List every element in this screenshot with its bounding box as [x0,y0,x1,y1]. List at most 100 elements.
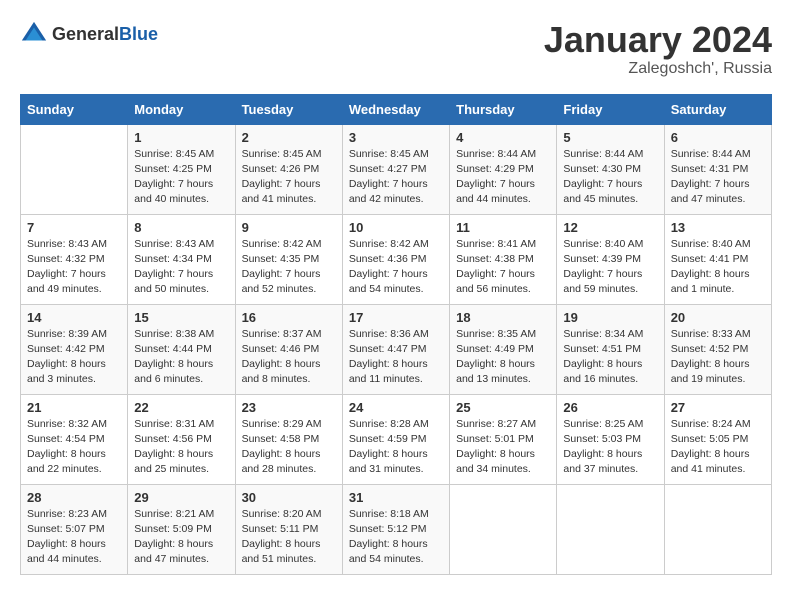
day-number: 24 [349,400,443,415]
day-info: Sunrise: 8:23 AM Sunset: 5:07 PM Dayligh… [27,507,121,568]
calendar-cell: 21Sunrise: 8:32 AM Sunset: 4:54 PM Dayli… [21,394,128,484]
day-number: 29 [134,490,228,505]
day-number: 8 [134,220,228,235]
day-number: 5 [563,130,657,145]
day-info: Sunrise: 8:41 AM Sunset: 4:38 PM Dayligh… [456,237,550,298]
calendar-cell: 1 Sunrise: 8:45 AM Sunset: 4:25 PM Daylig… [128,124,235,214]
logo-icon [20,20,48,48]
logo-general-text: General [52,24,119,44]
location-title: Zalegoshch', Russia [544,60,772,78]
day-number: 9 [242,220,336,235]
day-info: Sunrise: 8:39 AM Sunset: 4:42 PM Dayligh… [27,327,121,388]
calendar-cell: 7 Sunrise: 8:43 AM Sunset: 4:32 PM Daylig… [21,214,128,304]
column-header-thursday: Thursday [450,94,557,124]
calendar-cell: 28 Sunrise: 8:23 AM Sunset: 5:07 PM Dayli… [21,484,128,574]
calendar-cell: 30 Sunrise: 8:20 AM Sunset: 5:11 PM Dayli… [235,484,342,574]
calendar-week-5: 28 Sunrise: 8:23 AM Sunset: 5:07 PM Dayli… [21,484,772,574]
column-header-friday: Friday [557,94,664,124]
calendar-cell: 19 Sunrise: 8:34 AM Sunset: 4:51 PM Dayli… [557,304,664,394]
day-info: Sunrise: 8:43 AM Sunset: 4:34 PM Dayligh… [134,237,228,298]
day-number: 10 [349,220,443,235]
day-info: Sunrise: 8:20 AM Sunset: 5:11 PM Dayligh… [242,507,336,568]
day-info: Sunrise: 8:21 AM Sunset: 5:09 PM Dayligh… [134,507,228,568]
day-info: Sunrise: 8:32 AM Sunset: 4:54 PM Dayligh… [27,417,121,478]
day-info: Sunrise: 8:28 AM Sunset: 4:59 PM Dayligh… [349,417,443,478]
day-info: Sunrise: 8:18 AM Sunset: 5:12 PM Dayligh… [349,507,443,568]
day-number: 1 [134,130,228,145]
calendar-cell: 26 Sunrise: 8:25 AM Sunset: 5:03 PM Dayli… [557,394,664,484]
day-info: Sunrise: 8:40 AM Sunset: 4:41 PM Dayligh… [671,237,765,298]
day-info: Sunrise: 8:40 AM Sunset: 4:39 PM Dayligh… [563,237,657,298]
day-info: Sunrise: 8:42 AM Sunset: 4:35 PM Dayligh… [242,237,336,298]
day-info: Sunrise: 8:45 AM Sunset: 4:25 PM Dayligh… [134,147,228,208]
day-number: 18 [456,310,550,325]
day-info: Sunrise: 8:25 AM Sunset: 5:03 PM Dayligh… [563,417,657,478]
calendar-cell [557,484,664,574]
day-number: 2 [242,130,336,145]
day-info: Sunrise: 8:33 AM Sunset: 4:52 PM Dayligh… [671,327,765,388]
calendar-cell: 9 Sunrise: 8:42 AM Sunset: 4:35 PM Daylig… [235,214,342,304]
calendar-cell: 3 Sunrise: 8:45 AM Sunset: 4:27 PM Daylig… [342,124,449,214]
calendar-cell: 23Sunrise: 8:29 AM Sunset: 4:58 PM Dayli… [235,394,342,484]
calendar-cell: 25Sunrise: 8:27 AM Sunset: 5:01 PM Dayli… [450,394,557,484]
day-info: Sunrise: 8:44 AM Sunset: 4:31 PM Dayligh… [671,147,765,208]
day-number: 6 [671,130,765,145]
day-number: 7 [27,220,121,235]
calendar-cell: 27Sunrise: 8:24 AM Sunset: 5:05 PM Dayli… [664,394,771,484]
day-info: Sunrise: 8:44 AM Sunset: 4:29 PM Dayligh… [456,147,550,208]
day-number: 25 [456,400,550,415]
calendar-cell: 20 Sunrise: 8:33 AM Sunset: 4:52 PM Dayli… [664,304,771,394]
day-info: Sunrise: 8:37 AM Sunset: 4:46 PM Dayligh… [242,327,336,388]
calendar-week-4: 21Sunrise: 8:32 AM Sunset: 4:54 PM Dayli… [21,394,772,484]
column-header-saturday: Saturday [664,94,771,124]
calendar-cell: 12 Sunrise: 8:40 AM Sunset: 4:39 PM Dayli… [557,214,664,304]
calendar-table: SundayMondayTuesdayWednesdayThursdayFrid… [20,94,772,575]
day-info: Sunrise: 8:34 AM Sunset: 4:51 PM Dayligh… [563,327,657,388]
day-number: 20 [671,310,765,325]
calendar-cell: 14Sunrise: 8:39 AM Sunset: 4:42 PM Dayli… [21,304,128,394]
calendar-week-3: 14Sunrise: 8:39 AM Sunset: 4:42 PM Dayli… [21,304,772,394]
day-info: Sunrise: 8:42 AM Sunset: 4:36 PM Dayligh… [349,237,443,298]
day-info: Sunrise: 8:38 AM Sunset: 4:44 PM Dayligh… [134,327,228,388]
calendar-cell [21,124,128,214]
day-number: 17 [349,310,443,325]
day-number: 31 [349,490,443,505]
calendar-cell: 2Sunrise: 8:45 AM Sunset: 4:26 PM Daylig… [235,124,342,214]
calendar-cell: 18 Sunrise: 8:35 AM Sunset: 4:49 PM Dayli… [450,304,557,394]
calendar-cell: 15Sunrise: 8:38 AM Sunset: 4:44 PM Dayli… [128,304,235,394]
calendar-cell: 10 Sunrise: 8:42 AM Sunset: 4:36 PM Dayli… [342,214,449,304]
calendar-cell: 31 Sunrise: 8:18 AM Sunset: 5:12 PM Dayli… [342,484,449,574]
day-number: 19 [563,310,657,325]
calendar-cell: 13Sunrise: 8:40 AM Sunset: 4:41 PM Dayli… [664,214,771,304]
column-header-tuesday: Tuesday [235,94,342,124]
calendar-cell: 5 Sunrise: 8:44 AM Sunset: 4:30 PM Daylig… [557,124,664,214]
calendar-cell: 17Sunrise: 8:36 AM Sunset: 4:47 PM Dayli… [342,304,449,394]
calendar-cell: 24 Sunrise: 8:28 AM Sunset: 4:59 PM Dayli… [342,394,449,484]
day-number: 4 [456,130,550,145]
column-header-sunday: Sunday [21,94,128,124]
day-number: 3 [349,130,443,145]
day-number: 30 [242,490,336,505]
day-info: Sunrise: 8:24 AM Sunset: 5:05 PM Dayligh… [671,417,765,478]
title-block: January 2024 Zalegoshch', Russia [544,20,772,78]
day-number: 12 [563,220,657,235]
calendar-cell: 11 Sunrise: 8:41 AM Sunset: 4:38 PM Dayli… [450,214,557,304]
logo-blue-text: Blue [119,24,158,44]
day-number: 23 [242,400,336,415]
day-info: Sunrise: 8:31 AM Sunset: 4:56 PM Dayligh… [134,417,228,478]
calendar-cell: 4 Sunrise: 8:44 AM Sunset: 4:29 PM Daylig… [450,124,557,214]
day-number: 16 [242,310,336,325]
day-info: Sunrise: 8:44 AM Sunset: 4:30 PM Dayligh… [563,147,657,208]
calendar-cell [450,484,557,574]
day-number: 11 [456,220,550,235]
column-header-wednesday: Wednesday [342,94,449,124]
calendar-cell: 16 Sunrise: 8:37 AM Sunset: 4:46 PM Dayli… [235,304,342,394]
day-info: Sunrise: 8:43 AM Sunset: 4:32 PM Dayligh… [27,237,121,298]
calendar-week-2: 7 Sunrise: 8:43 AM Sunset: 4:32 PM Daylig… [21,214,772,304]
calendar-cell: 29 Sunrise: 8:21 AM Sunset: 5:09 PM Dayli… [128,484,235,574]
day-number: 28 [27,490,121,505]
day-info: Sunrise: 8:45 AM Sunset: 4:27 PM Dayligh… [349,147,443,208]
day-number: 26 [563,400,657,415]
day-info: Sunrise: 8:35 AM Sunset: 4:49 PM Dayligh… [456,327,550,388]
column-header-monday: Monday [128,94,235,124]
